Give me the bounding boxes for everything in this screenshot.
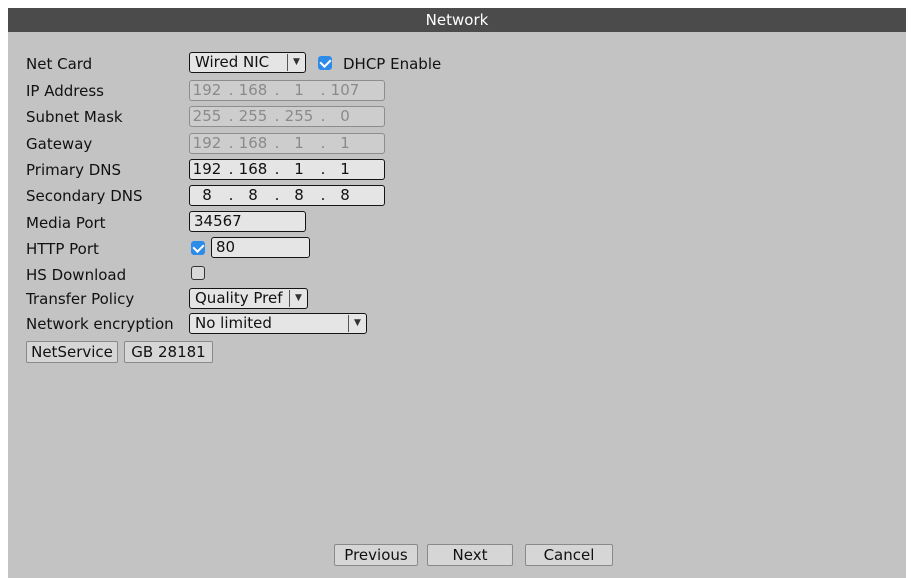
- gb28181-button[interactable]: GB 28181: [124, 341, 213, 363]
- ip-octet[interactable]: 1: [328, 160, 362, 179]
- ip-octet[interactable]: 192: [190, 160, 224, 179]
- media-port-input[interactable]: 34567: [189, 211, 306, 232]
- checkmark-icon: [319, 55, 332, 69]
- transfer-policy-select[interactable]: Quality Pref ▼: [189, 288, 308, 309]
- network-dialog: Network Net Card Wired NIC ▼ DHCP Enable…: [8, 8, 906, 578]
- netservice-button[interactable]: NetService: [26, 341, 118, 363]
- ip-octet[interactable]: 8: [328, 186, 362, 205]
- ip-octet[interactable]: 8: [236, 186, 270, 205]
- subnet-mask-label: Subnet Mask: [26, 108, 123, 126]
- network-encryption-select[interactable]: No limited ▼: [189, 313, 367, 334]
- ip-separator: .: [274, 134, 280, 152]
- chevron-down-icon[interactable]: ▼: [287, 54, 305, 71]
- hs-download-label: HS Download: [26, 266, 127, 284]
- secondary-dns-label: Secondary DNS: [26, 187, 143, 205]
- dhcp-enable-label: DHCP Enable: [343, 55, 442, 73]
- http-port-value: 80: [216, 238, 236, 256]
- ip-separator: .: [228, 160, 234, 178]
- ip-separator: .: [274, 81, 280, 99]
- ip-octet[interactable]: 1: [282, 134, 316, 153]
- dialog-title: Network: [8, 8, 906, 32]
- ip-separator: .: [228, 186, 234, 204]
- ip-octet[interactable]: 8: [282, 186, 316, 205]
- ip-octet[interactable]: 168: [236, 160, 270, 179]
- previous-button[interactable]: Previous: [334, 544, 418, 566]
- ip-separator: .: [320, 81, 326, 99]
- ip-octet[interactable]: 0: [328, 107, 362, 126]
- network-encryption-label: Network encryption: [26, 315, 174, 333]
- network-encryption-value: No limited: [195, 314, 272, 332]
- transfer-policy-value: Quality Pref: [195, 289, 283, 307]
- ip-octet[interactable]: 168: [236, 134, 270, 153]
- ip-address-label: IP Address: [26, 82, 104, 100]
- gateway-label: Gateway: [26, 135, 93, 153]
- hs-download-checkbox[interactable]: [191, 266, 205, 280]
- ip-octet[interactable]: 192: [190, 134, 224, 153]
- ip-separator: .: [320, 186, 326, 204]
- ip-octet[interactable]: 1: [282, 81, 316, 100]
- ip-octet[interactable]: 1: [328, 134, 362, 153]
- ip-octet[interactable]: 255: [282, 107, 316, 126]
- media-port-label: Media Port: [26, 214, 106, 232]
- ip-separator: .: [320, 134, 326, 152]
- net-card-select[interactable]: Wired NIC ▼: [189, 52, 306, 73]
- ip-separator: .: [228, 134, 234, 152]
- gateway-field[interactable]: 192 . 168 . 1 . 1: [189, 133, 385, 154]
- dhcp-enable-checkbox[interactable]: [318, 55, 332, 70]
- ip-separator: .: [228, 107, 234, 125]
- http-port-checkbox[interactable]: [191, 240, 205, 255]
- ip-separator: .: [228, 81, 234, 99]
- ip-separator: .: [274, 186, 280, 204]
- transfer-policy-label: Transfer Policy: [26, 290, 135, 308]
- chevron-down-icon[interactable]: ▼: [348, 315, 366, 332]
- ip-octet[interactable]: 255: [236, 107, 270, 126]
- ip-separator: .: [320, 160, 326, 178]
- http-port-input[interactable]: 80: [211, 237, 310, 258]
- primary-dns-field[interactable]: 192 . 168 . 1 . 1: [189, 159, 385, 180]
- ip-octet[interactable]: 168: [236, 81, 270, 100]
- ip-separator: .: [274, 107, 280, 125]
- ip-address-field[interactable]: 192 . 168 . 1 . 107: [189, 80, 385, 101]
- cancel-button[interactable]: Cancel: [525, 544, 613, 566]
- secondary-dns-field[interactable]: 8 . 8 . 8 . 8: [189, 185, 385, 206]
- ip-separator: .: [274, 160, 280, 178]
- chevron-down-icon[interactable]: ▼: [289, 290, 307, 307]
- media-port-value: 34567: [194, 212, 242, 230]
- ip-separator: .: [320, 107, 326, 125]
- net-card-label: Net Card: [26, 55, 93, 73]
- ip-octet[interactable]: 1: [282, 160, 316, 179]
- checkmark-icon: [192, 240, 205, 254]
- ip-octet[interactable]: 255: [190, 107, 224, 126]
- ip-octet[interactable]: 8: [190, 186, 224, 205]
- subnet-mask-field[interactable]: 255 . 255 . 255 . 0: [189, 106, 385, 127]
- ip-octet[interactable]: 192: [190, 81, 224, 100]
- net-card-value: Wired NIC: [195, 53, 270, 71]
- http-port-label: HTTP Port: [26, 240, 99, 258]
- next-button[interactable]: Next: [427, 544, 513, 566]
- ip-octet[interactable]: 107: [328, 81, 362, 100]
- primary-dns-label: Primary DNS: [26, 161, 122, 179]
